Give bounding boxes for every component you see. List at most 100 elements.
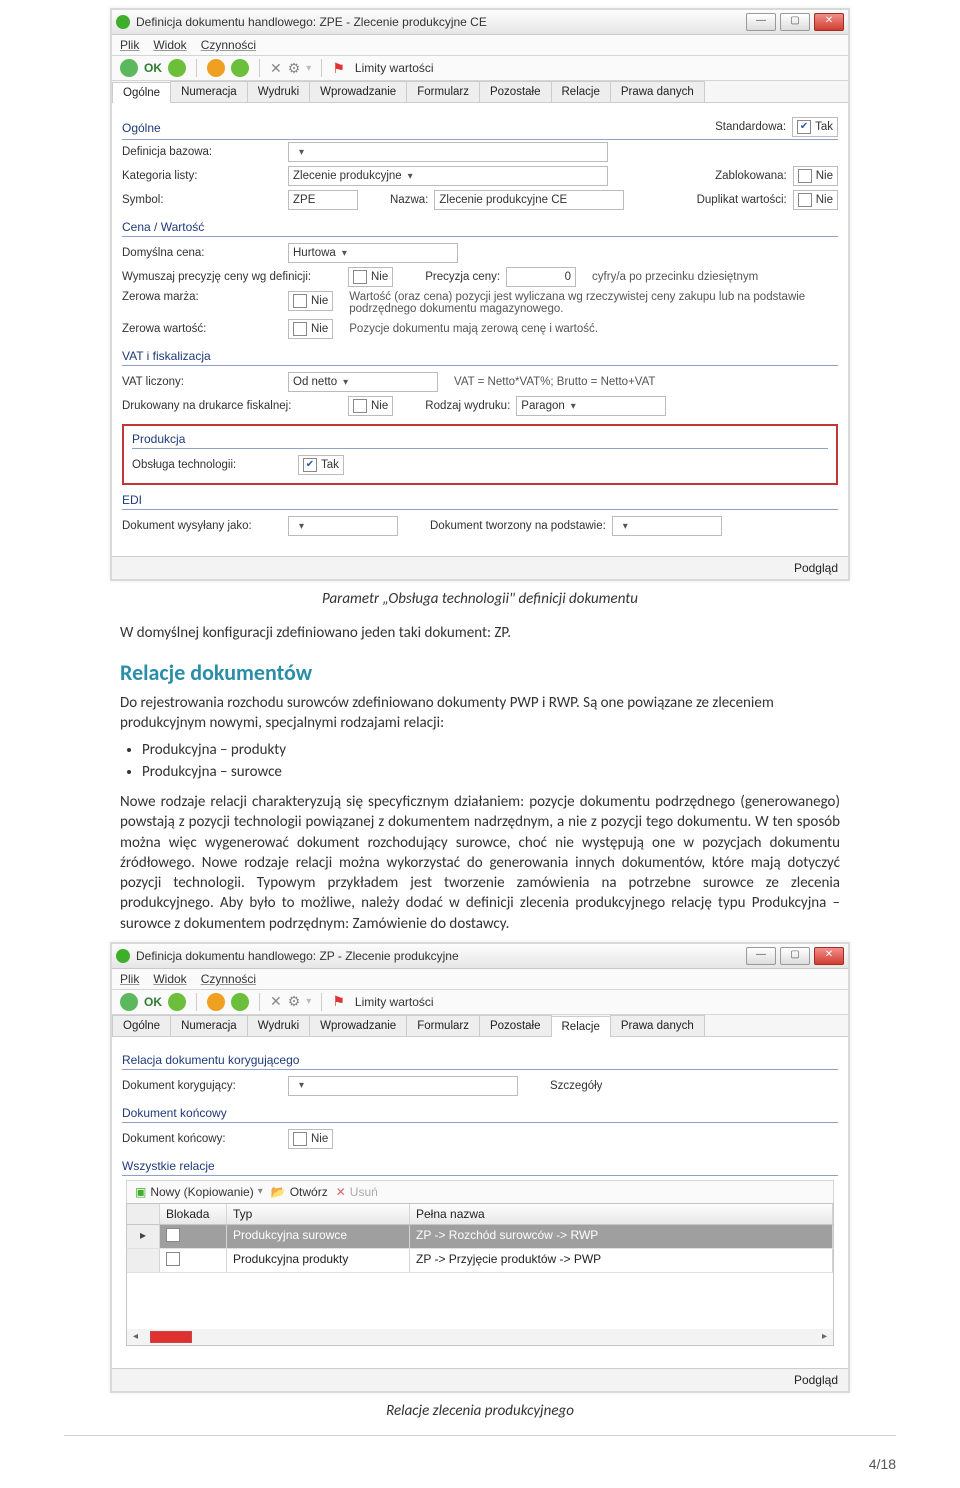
tab-formularz[interactable]: Formularz: [406, 81, 480, 102]
group-produkcja-title: Produkcja: [132, 432, 828, 446]
screenshot-2: Definicja dokumentu handlowego: ZP - Zle…: [110, 942, 850, 1393]
ok-button[interactable]: OK: [144, 995, 162, 1009]
tab-formularz[interactable]: Formularz: [406, 1015, 480, 1036]
tab-ogolne[interactable]: Ogólne: [112, 82, 171, 103]
ok-button[interactable]: OK: [144, 61, 162, 75]
tab-numeracja[interactable]: Numeracja: [170, 81, 248, 102]
zablokowana-label: Zablokowana:: [715, 170, 787, 182]
grid-row-0[interactable]: ▸ Produkcyjna surowce ZP -> Rozchód suro…: [126, 1225, 834, 1249]
kor-field[interactable]: [288, 1076, 518, 1096]
statusbar-1: Podgląd: [112, 556, 848, 579]
app-icon: [116, 949, 130, 963]
toolbar-icon-green[interactable]: [231, 59, 249, 77]
edi-wysylany-field[interactable]: [288, 516, 398, 536]
tab-wydruki[interactable]: Wydruki: [247, 1015, 310, 1036]
menu-widok[interactable]: Widok: [153, 972, 186, 986]
kor-label: Dokument korygujący:: [122, 1080, 282, 1092]
koncowy-checkbox[interactable]: Nie: [288, 1129, 333, 1149]
menu-czynnosci[interactable]: Czynności: [201, 38, 256, 52]
precyzja-def-checkbox[interactable]: Nie: [348, 267, 393, 287]
drukarka-checkbox[interactable]: Nie: [348, 396, 393, 416]
symbol-field[interactable]: ZPE: [288, 190, 358, 210]
nazwa-field[interactable]: Zlecenie produkcyjne CE: [434, 190, 624, 210]
tab-pozostale[interactable]: Pozostałe: [479, 81, 552, 102]
duplikat-checkbox[interactable]: Nie: [793, 190, 838, 210]
tab-prawa[interactable]: Prawa danych: [610, 81, 705, 102]
grid-usun-button[interactable]: ✕Usuń: [336, 1185, 378, 1199]
paragraph-1: W domyślnej konfiguracji zdefiniowano je…: [120, 623, 840, 643]
kategoria-label: Kategoria listy:: [122, 170, 282, 182]
close-button[interactable]: ✕: [814, 13, 844, 31]
kategoria-field[interactable]: Zlecenie produkcyjne: [288, 166, 608, 186]
tab-relacje[interactable]: Relacje: [551, 81, 611, 102]
edi-tworzony-field[interactable]: [612, 516, 722, 536]
grid-col-nazwa[interactable]: Pełna nazwa: [410, 1204, 833, 1224]
flag-icon[interactable]: ⚑: [332, 993, 345, 1010]
group-vat-title: VAT i fiskalizacja: [122, 347, 838, 366]
tab-wydruki[interactable]: Wydruki: [247, 81, 310, 102]
toolbar-icon[interactable]: [168, 993, 186, 1011]
obsluga-tech-checkbox[interactable]: ✔Tak: [298, 455, 344, 475]
def-bazowa-field[interactable]: [288, 142, 608, 162]
group-cena-title: Cena / Wartość: [122, 218, 838, 237]
toolbar-icon[interactable]: [168, 59, 186, 77]
precyzja-field[interactable]: 0: [506, 267, 576, 287]
menubar-2: Plik Widok Czynności: [112, 969, 848, 990]
podglad-label[interactable]: Podgląd: [794, 561, 838, 575]
cena-field[interactable]: Hurtowa: [288, 243, 458, 263]
toolbar-icon-green[interactable]: [231, 993, 249, 1011]
szczegoly-link[interactable]: Szczegóły: [550, 1080, 602, 1092]
tools-icon[interactable]: ✕: [270, 993, 282, 1010]
screenshot-1: Definicja dokumentu handlowego: ZPE - Zl…: [110, 8, 850, 581]
tabs-1: Ogólne Numeracja Wydruki Wprowadzanie Fo…: [112, 81, 848, 103]
zablokowana-checkbox[interactable]: Nie: [793, 166, 838, 186]
grid-col-blokada[interactable]: Blokada: [160, 1204, 227, 1224]
group-edi-title: EDI: [122, 491, 838, 510]
tab-relacje[interactable]: Relacje: [551, 1016, 611, 1037]
tab-wprowadzanie[interactable]: Wprowadzanie: [309, 81, 407, 102]
zerowa-wartosc-checkbox[interactable]: Nie: [288, 319, 333, 339]
menu-widok[interactable]: Widok: [153, 38, 186, 52]
maximize-button[interactable]: ▢: [780, 947, 810, 965]
cena-label: Domyślna cena:: [122, 247, 282, 259]
tab-pozostale[interactable]: Pozostałe: [479, 1015, 552, 1036]
app-icon: [116, 15, 130, 29]
podglad-label[interactable]: Podgląd: [794, 1373, 838, 1387]
grid-otworz-button[interactable]: 📂Otwórz: [271, 1185, 328, 1199]
tab-numeracja[interactable]: Numeracja: [170, 1015, 248, 1036]
limity-button[interactable]: Limity wartości: [355, 995, 434, 1009]
vat-note: VAT = Netto*VAT%; Brutto = Netto+VAT: [454, 376, 655, 388]
grid-header: Blokada Typ Pełna nazwa: [126, 1203, 834, 1225]
tools-icon[interactable]: ✕: [270, 60, 282, 77]
menu-czynnosci[interactable]: Czynności: [201, 972, 256, 986]
tools-icon-2[interactable]: ⚙: [288, 60, 301, 77]
tab-prawa[interactable]: Prawa danych: [610, 1015, 705, 1036]
vat-liczony-field[interactable]: Od netto: [288, 372, 438, 392]
close-button[interactable]: ✕: [814, 947, 844, 965]
menu-plik[interactable]: Plik: [120, 38, 139, 52]
minimize-button[interactable]: —: [746, 13, 776, 31]
grid-nowy-button[interactable]: ▣Nowy (Kopiowanie)▾: [135, 1185, 263, 1199]
grid-col-typ[interactable]: Typ: [227, 1204, 410, 1224]
zerowa-marza-checkbox[interactable]: Nie: [288, 291, 333, 311]
flag-icon[interactable]: ⚑: [332, 60, 345, 77]
grid-row-1[interactable]: Produkcyjna produkty ZP -> Przyjęcie pro…: [126, 1249, 834, 1273]
limity-button[interactable]: Limity wartości: [355, 61, 434, 75]
minimize-button[interactable]: —: [746, 947, 776, 965]
caption-2: Relacje zlecenia produkcyjnego: [120, 1401, 840, 1421]
rodzaj-wydruku-field[interactable]: Paragon: [516, 396, 666, 416]
rodzaj-wydruku-label: Rodzaj wydruku:: [425, 400, 510, 412]
tab-ogolne[interactable]: Ogólne: [112, 1015, 171, 1036]
tab-wprowadzanie[interactable]: Wprowadzanie: [309, 1015, 407, 1036]
menu-plik[interactable]: Plik: [120, 972, 139, 986]
ok-icon[interactable]: [120, 59, 138, 77]
group-koncowy-title: Dokument końcowy: [122, 1104, 838, 1123]
standardowa-checkbox[interactable]: ✔Tak: [792, 117, 838, 137]
maximize-button[interactable]: ▢: [780, 13, 810, 31]
toolbar-icon-orange[interactable]: [207, 59, 225, 77]
tools-icon-2[interactable]: ⚙: [288, 993, 301, 1010]
toolbar-icon-orange[interactable]: [207, 993, 225, 1011]
grid-scrollbar[interactable]: ◂ ▸: [126, 1329, 834, 1346]
ok-icon[interactable]: [120, 993, 138, 1011]
heading-relacje: Relacje dokumentów: [120, 658, 840, 688]
